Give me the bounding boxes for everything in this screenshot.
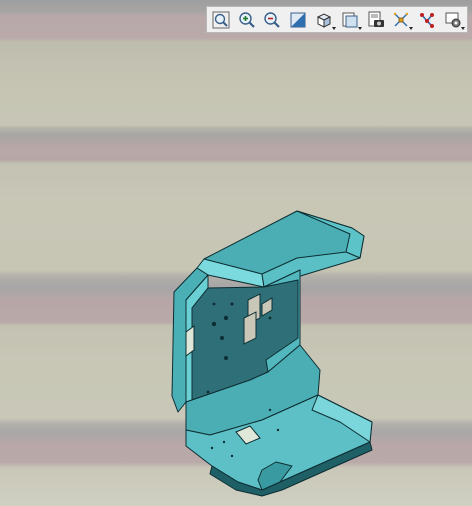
- view-cube-icon: [316, 12, 332, 28]
- chevron-down-icon: [331, 27, 336, 30]
- chevron-down-icon: [409, 27, 414, 30]
- hole: [230, 302, 234, 306]
- settings-icon: [445, 12, 461, 27]
- hole: [268, 316, 272, 320]
- hole: [210, 446, 214, 450]
- back-panel-slot: [243, 311, 257, 345]
- hole: [222, 440, 226, 444]
- screenshot-button[interactable]: [364, 8, 388, 31]
- hole: [268, 408, 272, 412]
- hole: [230, 454, 234, 458]
- chevron-down-icon: [357, 27, 362, 30]
- hole: [276, 428, 280, 432]
- 3d-viewport[interactable]: [0, 0, 472, 506]
- connectors-icon: [420, 12, 435, 28]
- zoom-fit-icon: [212, 11, 230, 28]
- left-wall-slot: [185, 325, 195, 357]
- view-options-icon: [342, 12, 358, 27]
- screenshot-icon: [368, 11, 384, 27]
- settings-button[interactable]: [441, 8, 465, 31]
- view-options-button[interactable]: [338, 8, 362, 31]
- explode-icon: [394, 12, 409, 26]
- display-mode-button[interactable]: [286, 8, 310, 31]
- display-mode-icon: [290, 12, 306, 27]
- chevron-down-icon: [460, 27, 465, 30]
- explode-button[interactable]: [390, 8, 414, 31]
- hole: [223, 315, 229, 321]
- zoom-in-button[interactable]: [235, 8, 259, 31]
- zoom-out-button[interactable]: [261, 8, 285, 31]
- viewer-toolbar: [206, 6, 468, 33]
- hole: [206, 390, 210, 394]
- sheet-metal-bracket-model[interactable]: [0, 0, 472, 506]
- zoom-fit-button[interactable]: [209, 8, 233, 31]
- connectors-button[interactable]: [415, 8, 439, 31]
- hole: [220, 336, 224, 340]
- view-cube-button[interactable]: [312, 8, 336, 31]
- hole: [211, 321, 217, 327]
- zoom-in-icon: [238, 11, 255, 28]
- zoom-out-icon: [264, 11, 281, 28]
- hole: [212, 302, 216, 306]
- hole: [224, 356, 228, 360]
